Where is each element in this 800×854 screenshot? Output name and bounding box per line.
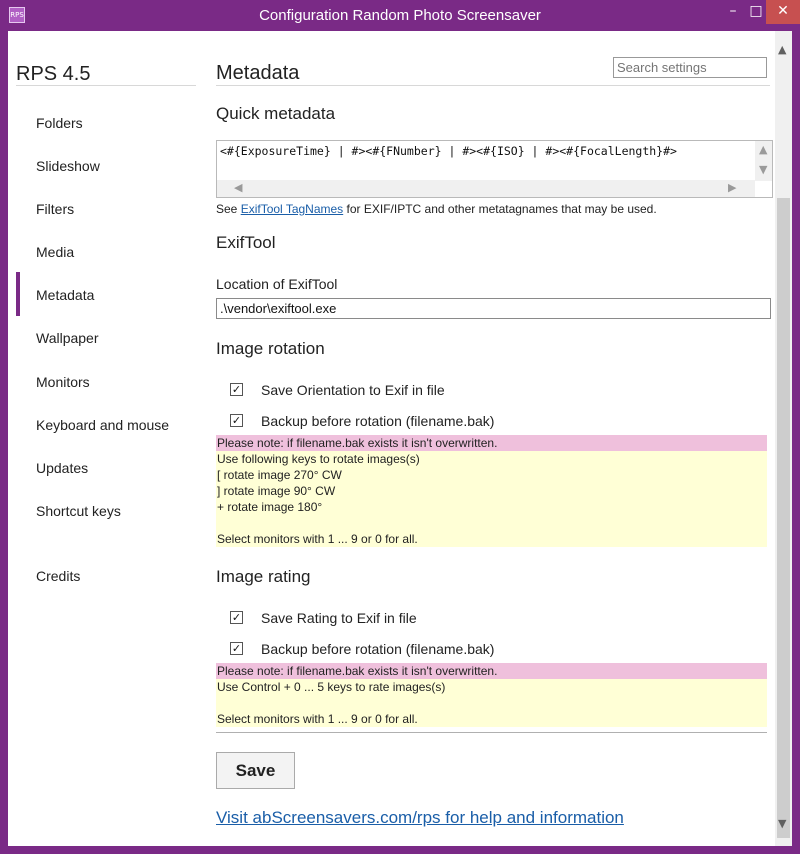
info-line: [217, 515, 766, 531]
backup-rating-label[interactable]: Backup before rotation (filename.bak): [261, 641, 494, 657]
tagnames-hint: See ExifTool TagNames for EXIF/IPTC and …: [216, 202, 657, 216]
scroll-down-icon[interactable]: ▼: [778, 817, 786, 830]
search-input[interactable]: [613, 57, 767, 78]
sidebar-item-slideshow[interactable]: Slideshow: [36, 158, 100, 174]
backup-rotation-checkbox[interactable]: ✓: [230, 414, 243, 427]
info-line: [217, 695, 766, 711]
rating-info-box: Use Control + 0 ... 5 keys to rate image…: [216, 679, 767, 727]
scrollbar-thumb[interactable]: [777, 198, 790, 838]
minimize-button[interactable]: –: [720, 0, 746, 24]
app-brand: RPS 4.5: [16, 63, 91, 85]
maximize-button[interactable]: □: [746, 0, 766, 24]
sidebar-item-shortcut-keys[interactable]: Shortcut keys: [36, 503, 121, 519]
backup-rating-checkbox[interactable]: ✓: [230, 642, 243, 655]
sidebar-item-folders[interactable]: Folders: [36, 115, 83, 131]
sidebar-item-metadata[interactable]: Metadata: [36, 287, 94, 303]
sidebar-item-media[interactable]: Media: [36, 244, 74, 260]
sidebar-item-filters[interactable]: Filters: [36, 201, 74, 217]
save-orientation-checkbox[interactable]: ✓: [230, 383, 243, 396]
close-button[interactable]: ✕: [766, 0, 800, 24]
rotation-info-box: Use following keys to rotate images(s) […: [216, 451, 767, 547]
info-line: Use following keys to rotate images(s): [217, 452, 420, 466]
title-bar[interactable]: RPS Configuration Random Photo Screensav…: [0, 0, 800, 31]
sidebar-item-updates[interactable]: Updates: [36, 460, 88, 476]
save-rating-label[interactable]: Save Rating to Exif in file: [261, 610, 417, 626]
main-content: Metadata Quick metadata <#{ExposureTime}…: [216, 31, 773, 846]
sidebar-item-credits[interactable]: Credits: [36, 568, 80, 584]
divider: [216, 732, 767, 733]
page-title: Metadata: [216, 62, 300, 84]
window-title: Configuration Random Photo Screensaver: [259, 7, 541, 24]
scroll-up-icon[interactable]: ▲: [778, 43, 786, 56]
info-line: Select monitors with 1 ... 9 or 0 for al…: [217, 712, 418, 726]
scroll-down-icon[interactable]: ▼: [759, 163, 767, 176]
backup-rotation-label[interactable]: Backup before rotation (filename.bak): [261, 413, 494, 429]
exiftool-tagnames-link[interactable]: ExifTool TagNames: [241, 202, 344, 216]
save-button[interactable]: Save: [216, 752, 295, 789]
save-orientation-label[interactable]: Save Orientation to Exif in file: [261, 382, 445, 398]
client-area: RPS 4.5 Folders Slideshow Filters Media …: [8, 31, 792, 846]
sidebar-item-keyboard-and-mouse[interactable]: Keyboard and mouse: [36, 417, 169, 433]
app-window: RPS Configuration Random Photo Screensav…: [0, 0, 800, 854]
rating-backup-note: Please note: if filename.bak exists it i…: [216, 663, 767, 679]
exiftool-location-input[interactable]: [216, 298, 771, 319]
sidebar: RPS 4.5 Folders Slideshow Filters Media …: [8, 31, 208, 846]
scroll-right-icon[interactable]: ▶: [728, 181, 736, 194]
divider: [16, 85, 196, 86]
info-line: Select monitors with 1 ... 9 or 0 for al…: [217, 532, 418, 546]
divider: [216, 85, 770, 86]
info-line: [ rotate image 270° CW: [217, 468, 342, 482]
section-heading-exiftool: ExifTool: [216, 233, 276, 252]
info-line: Use Control + 0 ... 5 keys to rate image…: [217, 680, 446, 694]
hint-prefix: See: [216, 202, 241, 216]
scroll-left-icon[interactable]: ◀: [234, 181, 242, 194]
field-horizontal-scrollbar[interactable]: ◀ ▶: [217, 180, 755, 197]
info-line: + rotate image 180°: [217, 500, 323, 514]
sidebar-item-monitors[interactable]: Monitors: [36, 374, 90, 390]
sidebar-item-wallpaper[interactable]: Wallpaper: [36, 330, 99, 346]
quick-metadata-value: <#{ExposureTime} | #><#{FNumber} | #><#{…: [220, 144, 677, 158]
rotation-backup-note: Please note: if filename.bak exists it i…: [216, 435, 767, 451]
page-vertical-scrollbar[interactable]: ▲ ▼: [775, 31, 792, 846]
active-indicator: [16, 272, 20, 316]
field-vertical-scrollbar[interactable]: ▲ ▼: [755, 141, 772, 181]
section-heading-image-rotation: Image rotation: [216, 339, 325, 358]
save-rating-checkbox[interactable]: ✓: [230, 611, 243, 624]
section-heading-quick-metadata: Quick metadata: [216, 104, 336, 123]
section-heading-image-rating: Image rating: [216, 567, 311, 586]
quick-metadata-field[interactable]: <#{ExposureTime} | #><#{FNumber} | #><#{…: [216, 140, 773, 198]
info-line: ] rotate image 90° CW: [217, 484, 336, 498]
scroll-up-icon[interactable]: ▲: [759, 143, 767, 156]
hint-suffix: for EXIF/IPTC and other metatagnames tha…: [343, 202, 657, 216]
exiftool-location-label: Location of ExifTool: [216, 276, 338, 292]
help-link[interactable]: Visit abScreensavers.com/rps for help an…: [216, 808, 624, 828]
